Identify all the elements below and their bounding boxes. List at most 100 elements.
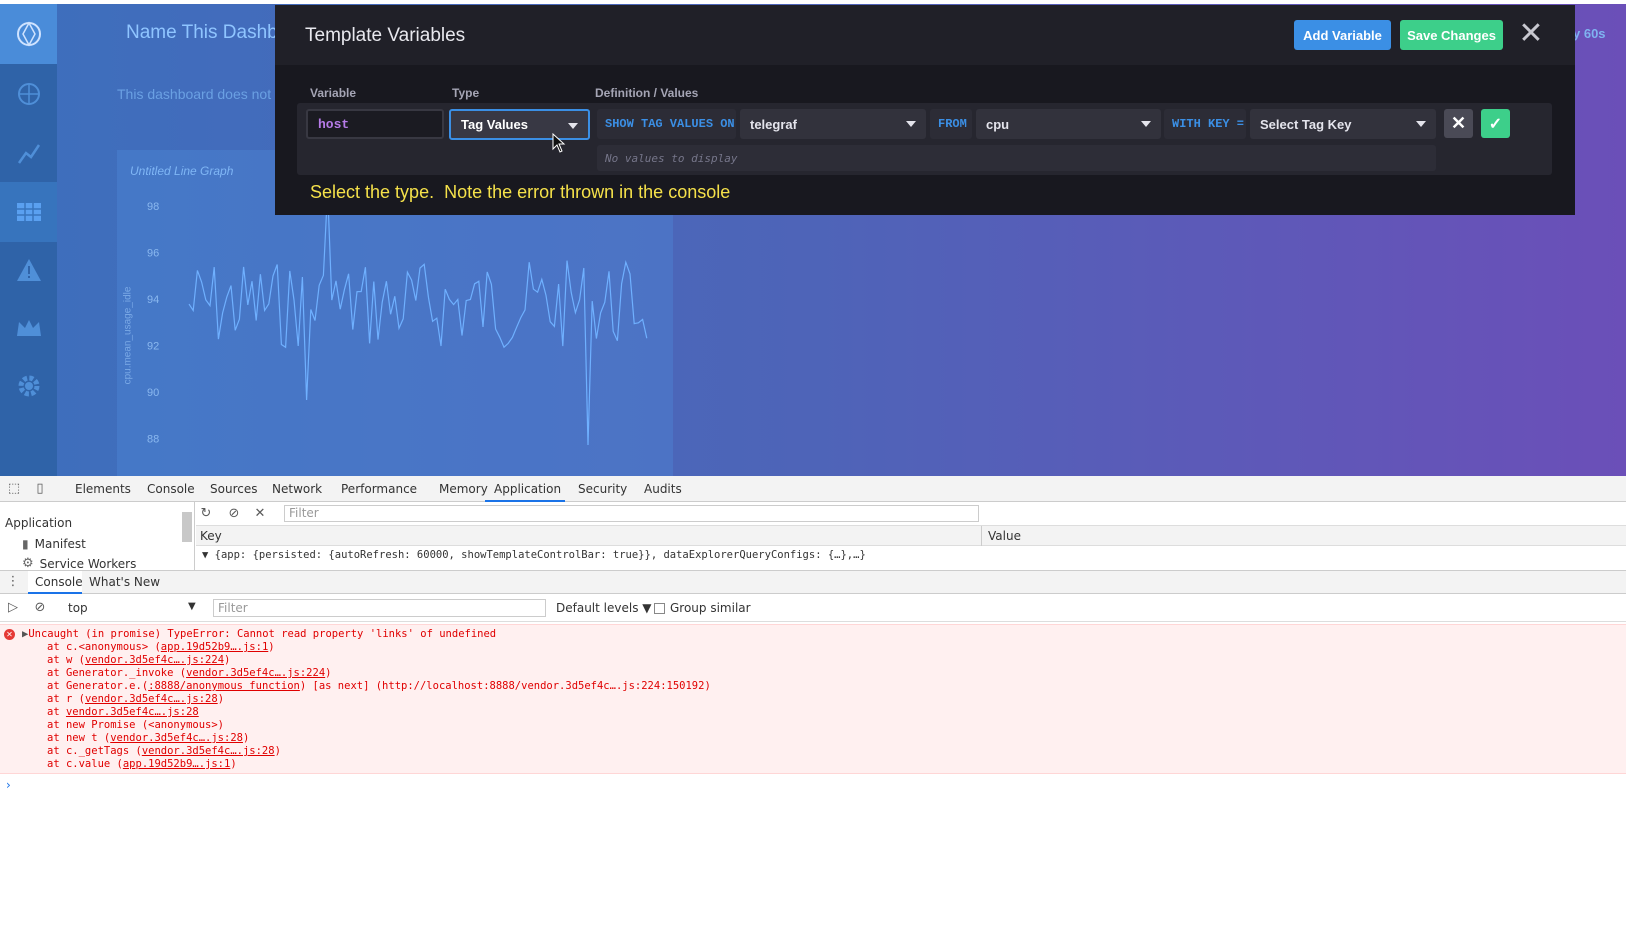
- storage-filter-input[interactable]: Filter: [284, 505, 979, 522]
- stack-trace-line: at vendor.3d5ef4c….js:28: [47, 706, 199, 718]
- refresh-icon[interactable]: ↻: [198, 506, 214, 522]
- tab-audits[interactable]: Audits: [644, 482, 682, 496]
- nav-item-dashboards[interactable]: [0, 182, 57, 242]
- close-icon[interactable]: ✕: [1515, 19, 1547, 51]
- stack-trace-line: at c.<anonymous> (app.19d52b9….js:1): [47, 641, 275, 653]
- tab-security[interactable]: Security: [578, 482, 627, 496]
- logo-icon[interactable]: [0, 4, 57, 64]
- variable-name-input[interactable]: host: [306, 109, 444, 139]
- cancel-row-button[interactable]: ✕: [1444, 109, 1473, 138]
- chevron-down-icon: [568, 123, 578, 129]
- column-divider: [981, 526, 982, 546]
- device-toolbar-icon[interactable]: ▯: [32, 481, 48, 497]
- drawer-tab-bar: ⋮ Console What's New: [0, 570, 1626, 594]
- clear-icon[interactable]: ⊘: [226, 506, 242, 522]
- storage-toolbar: ↻ ⊘ ✕ Filter: [196, 502, 1626, 526]
- sidebar-nav: [0, 4, 57, 476]
- tab-console[interactable]: Console: [147, 482, 195, 496]
- hosts-icon: [17, 83, 40, 105]
- dashboard-title[interactable]: Name This Dashb: [126, 22, 278, 44]
- sidebar-item-service-workers[interactable]: ⚙ Service Workers: [22, 556, 136, 571]
- group-similar-checkbox[interactable]: Group similar: [654, 601, 751, 615]
- drawer-tab-whats-new[interactable]: What's New: [89, 575, 160, 589]
- tab-memory[interactable]: Memory: [439, 482, 488, 496]
- nav-item-alerts[interactable]: [0, 240, 57, 300]
- context-selector[interactable]: top ▼: [68, 601, 198, 615]
- console-filter-input[interactable]: Filter: [213, 599, 546, 617]
- source-link[interactable]: vendor.3d5ef4c….js:224: [186, 667, 325, 679]
- gear-icon: [18, 375, 39, 397]
- drawer-tab-console[interactable]: Console: [28, 571, 83, 594]
- sidebar-item-label: Service Workers: [39, 556, 137, 571]
- console-error-message[interactable]: ✕ ▶Uncaught (in promise) TypeError: Cann…: [0, 624, 1626, 774]
- tab-application[interactable]: Application: [494, 482, 561, 496]
- close-icon: ✕: [1450, 113, 1467, 133]
- stack-trace-line: at new t (vendor.3d5ef4c….js:28): [47, 732, 250, 744]
- add-variable-button[interactable]: Add Variable: [1294, 20, 1391, 50]
- chevron-down-icon: [906, 121, 916, 127]
- sidebar-scrollbar[interactable]: [182, 512, 192, 542]
- measurement-dropdown[interactable]: cpu: [976, 109, 1161, 139]
- drawer-tab-label: Console: [35, 575, 83, 589]
- source-link[interactable]: vendor.3d5ef4c….js:28: [142, 745, 275, 757]
- tab-network[interactable]: Network: [272, 482, 322, 496]
- source-link[interactable]: vendor.3d5ef4c….js:28: [66, 706, 199, 718]
- top-strip: [0, 0, 1626, 4]
- sidebar-item-label: Manifest: [34, 537, 86, 551]
- more-options-icon[interactable]: ⋮: [5, 574, 21, 590]
- tab-sources[interactable]: Sources: [210, 482, 257, 496]
- clear-console-icon[interactable]: ⊘: [32, 600, 48, 616]
- stack-trace-line: at Generator._invoke (vendor.3d5ef4c….js…: [47, 667, 332, 679]
- modal-title: Template Variables: [305, 25, 466, 46]
- inspect-element-icon[interactable]: ⬚: [6, 481, 22, 497]
- error-text: ▶Uncaught (in promise) TypeError: Cannot…: [22, 628, 496, 640]
- console-prompt[interactable]: ›: [6, 778, 11, 792]
- tab-performance[interactable]: Performance: [341, 482, 417, 496]
- console-toolbar: ▷ ⊘ top ▼ Filter Default levels ▼ Group …: [0, 594, 1626, 622]
- values-preview: No values to display: [597, 145, 1436, 171]
- modal-body: Variable Type Definition / Values host T…: [275, 65, 1575, 215]
- source-link[interactable]: app.19d52b9….js:1: [123, 758, 230, 770]
- delete-icon[interactable]: ✕: [252, 506, 268, 522]
- chronograf-app: Name This Dashb This dashboard does not …: [0, 0, 1626, 476]
- error-summary: Uncaught (in promise) TypeError: Cannot …: [28, 628, 497, 640]
- y-tick-label: 96: [147, 248, 159, 260]
- template-variables-modal: Template Variables Add Variable Save Cha…: [275, 5, 1575, 215]
- tag-key-dropdown[interactable]: Select Tag Key: [1250, 109, 1436, 139]
- error-icon: ✕: [4, 629, 15, 640]
- source-link[interactable]: vendor.3d5ef4c….js:28: [85, 693, 218, 705]
- auto-refresh-dropdown[interactable]: y 60s: [1573, 26, 1606, 41]
- group-similar-label: Group similar: [670, 601, 751, 615]
- confirm-row-button[interactable]: ✓: [1481, 109, 1510, 138]
- y-tick-label: 92: [147, 341, 159, 353]
- graph-icon: [17, 144, 40, 164]
- application-sidebar: Application ▮ Manifest ⚙ Service Workers: [0, 502, 195, 571]
- file-icon: ▮: [22, 537, 29, 551]
- type-dropdown[interactable]: Tag Values: [449, 109, 590, 140]
- tab-elements[interactable]: Elements: [75, 482, 131, 496]
- source-link[interactable]: vendor.3d5ef4c….js:224: [85, 654, 224, 666]
- sidebar-toggle-icon[interactable]: ▷: [5, 600, 21, 616]
- y-tick-label: 94: [147, 294, 159, 306]
- save-changes-button[interactable]: Save Changes: [1400, 20, 1503, 50]
- modal-header: Template Variables Add Variable Save Cha…: [275, 5, 1575, 65]
- show-tag-values-keyword: SHOW TAG VALUES ON: [597, 109, 736, 139]
- column-header-type: Type: [452, 86, 480, 100]
- nav-item-data-explorer[interactable]: [0, 124, 57, 184]
- log-levels-dropdown[interactable]: Default levels ▼: [556, 601, 652, 615]
- template-variable-row: host Tag Values SHOW TAG VALUES ON teleg…: [297, 103, 1552, 175]
- nav-item-settings[interactable]: [0, 356, 57, 416]
- check-icon: ✓: [1488, 115, 1503, 133]
- nav-item-admin[interactable]: [0, 298, 57, 358]
- dashboard-empty-message: This dashboard does not: [117, 86, 272, 102]
- source-link[interactable]: :8888/anonymous function: [148, 680, 300, 692]
- sidebar-item-manifest[interactable]: ▮ Manifest: [22, 537, 86, 551]
- storage-table-row[interactable]: ▼ {app: {persisted: {autoRefresh: 60000,…: [196, 546, 1626, 565]
- storage-table-header: Key Value: [196, 526, 1626, 546]
- source-link[interactable]: app.19d52b9….js:1: [161, 641, 268, 653]
- measurement-dropdown-label: cpu: [986, 116, 1010, 132]
- y-tick-label: 90: [147, 387, 159, 399]
- database-dropdown[interactable]: telegraf: [740, 109, 926, 139]
- nav-item-hosts[interactable]: [0, 64, 57, 124]
- source-link[interactable]: vendor.3d5ef4c….js:28: [110, 732, 243, 744]
